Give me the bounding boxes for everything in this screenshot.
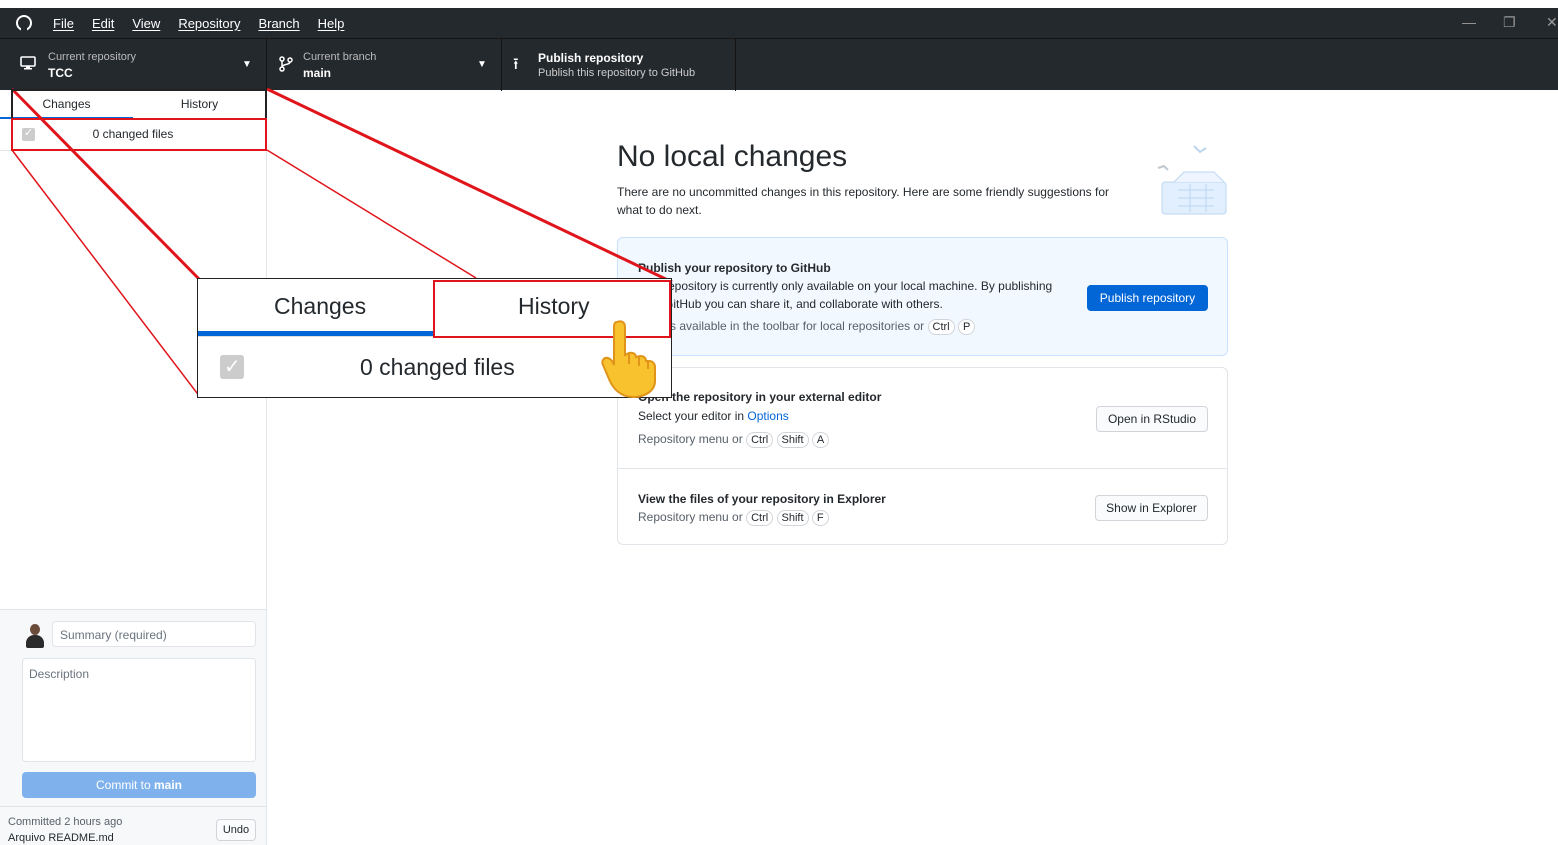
- github-desktop-window: File Edit View Repository Branch Help — …: [0, 0, 1558, 845]
- pointing-hand-icon: [601, 320, 656, 398]
- zoom-changed-files: 0 changed files: [360, 354, 515, 380]
- zoom-tab-changes: Changes: [274, 293, 367, 319]
- changed-row-highlight: [11, 118, 267, 151]
- zoom-checkbox: [220, 354, 244, 379]
